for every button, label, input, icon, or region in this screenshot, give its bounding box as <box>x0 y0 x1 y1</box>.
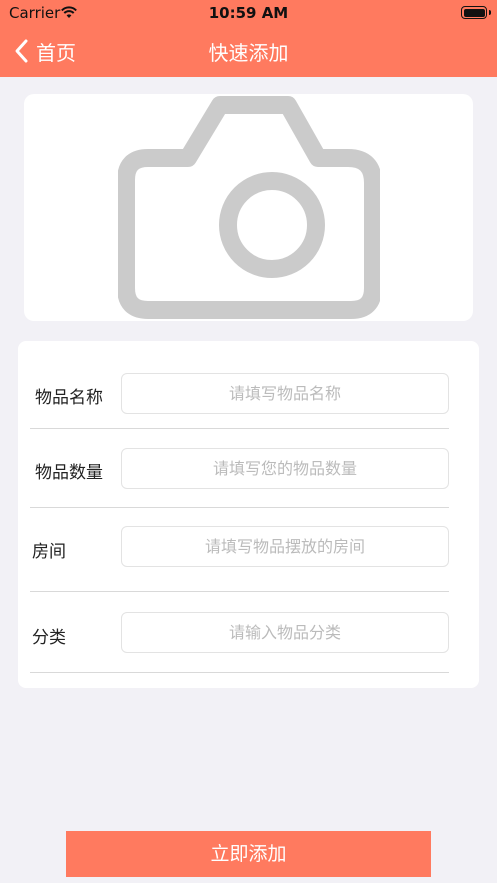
add-now-button[interactable]: 立即添加 <box>66 831 431 877</box>
camera-icon <box>118 96 380 319</box>
room-input[interactable] <box>121 526 449 567</box>
item-form: 物品名称 物品数量 房间 分类 <box>18 341 479 688</box>
page-title: 快速添加 <box>208 41 289 65</box>
quantity-label: 物品数量 <box>35 463 103 483</box>
photo-picker[interactable] <box>24 94 473 321</box>
divider <box>30 672 449 673</box>
category-input[interactable] <box>121 612 449 653</box>
room-label: 房间 <box>32 542 66 562</box>
divider <box>30 428 449 429</box>
status-bar: Carrier 10:59 AM <box>0 0 497 26</box>
category-label: 分类 <box>32 628 66 648</box>
clock: 10:59 AM <box>208 4 289 22</box>
battery-icon <box>461 6 487 19</box>
divider <box>30 507 449 508</box>
navigation-bar: 首页 快速添加 <box>0 26 497 77</box>
name-input[interactable] <box>121 373 449 414</box>
quantity-input[interactable] <box>121 448 449 489</box>
name-label: 物品名称 <box>35 388 103 408</box>
divider <box>30 591 449 592</box>
